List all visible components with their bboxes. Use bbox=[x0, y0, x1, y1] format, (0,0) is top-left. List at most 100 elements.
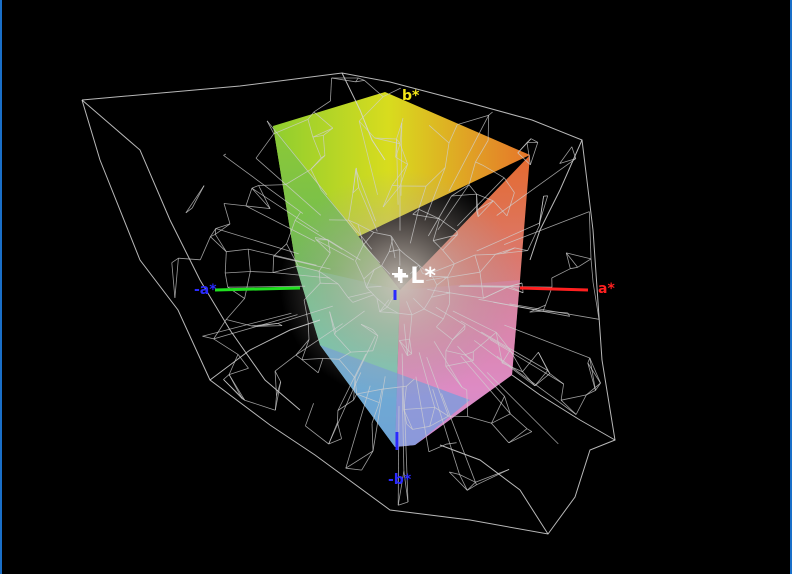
mesh-edge bbox=[457, 114, 489, 125]
mesh-edge bbox=[587, 357, 591, 364]
mesh-edge bbox=[250, 271, 274, 273]
mesh-edge bbox=[226, 248, 249, 253]
mesh-edge bbox=[371, 423, 374, 452]
mesh-edge bbox=[247, 249, 251, 272]
mesh-edge bbox=[174, 258, 179, 298]
mesh-edge bbox=[266, 120, 275, 134]
mesh-edge bbox=[199, 236, 211, 260]
mesh-edge bbox=[526, 428, 533, 432]
mesh-edge bbox=[191, 185, 205, 209]
mesh-edge bbox=[171, 262, 176, 298]
mesh-edge bbox=[571, 146, 577, 159]
mesh-edge bbox=[504, 396, 511, 414]
mesh-edge bbox=[559, 158, 576, 164]
mesh-edge bbox=[364, 80, 384, 98]
mesh-edge bbox=[559, 146, 573, 164]
mesh-edge bbox=[215, 223, 231, 229]
mesh-edge bbox=[358, 77, 365, 81]
mesh-edge bbox=[575, 394, 587, 415]
mesh-edge bbox=[522, 352, 539, 372]
mesh-edge bbox=[224, 272, 229, 288]
mesh-edge bbox=[475, 469, 510, 483]
mesh-edge bbox=[510, 413, 528, 429]
mesh-edge bbox=[214, 228, 217, 235]
mesh-edge bbox=[225, 298, 245, 320]
mesh-edge bbox=[223, 203, 231, 225]
mesh-edge bbox=[171, 257, 179, 264]
mesh-edge bbox=[223, 203, 246, 207]
minus-b-axis-label: -b* bbox=[388, 472, 412, 488]
mesh-edge bbox=[456, 231, 458, 235]
mesh-edge bbox=[237, 354, 249, 369]
mesh-edge bbox=[361, 450, 374, 471]
mesh-edge bbox=[226, 319, 252, 327]
gamut-svg: b* -b* a* -a* +L* bbox=[81, 72, 616, 535]
mesh-edge bbox=[491, 423, 510, 444]
mesh-edge bbox=[258, 184, 286, 186]
mesh-edge bbox=[225, 271, 251, 274]
mesh-edge bbox=[224, 251, 227, 274]
mesh-edge bbox=[274, 354, 297, 372]
mesh-spoke bbox=[213, 314, 298, 340]
mesh-edge bbox=[588, 211, 592, 259]
mesh-edge bbox=[551, 268, 571, 279]
mesh-edge bbox=[337, 410, 339, 423]
mesh-edge bbox=[446, 442, 457, 445]
mesh-edge bbox=[491, 413, 511, 424]
mesh-edge bbox=[213, 338, 239, 355]
l-axis-label: +L* bbox=[392, 264, 436, 289]
mesh-edge bbox=[491, 396, 505, 424]
mesh-edge bbox=[488, 111, 493, 116]
mesh-edge bbox=[245, 188, 253, 207]
mesh-edge bbox=[337, 422, 342, 439]
mesh-edge bbox=[244, 399, 276, 411]
mesh-edge bbox=[476, 469, 510, 486]
mesh-edge bbox=[355, 167, 357, 170]
mesh-edge bbox=[589, 357, 601, 384]
mesh-spoke bbox=[509, 303, 600, 320]
mesh-edge bbox=[255, 133, 275, 159]
mesh-edge bbox=[428, 443, 447, 453]
mesh-edge bbox=[251, 185, 259, 189]
mesh-edge bbox=[228, 367, 249, 375]
mesh-edge bbox=[467, 416, 492, 424]
mesh-edge bbox=[590, 258, 594, 283]
mesh-edge bbox=[185, 185, 205, 214]
mesh-edge bbox=[345, 467, 362, 471]
mesh-edge bbox=[331, 77, 356, 83]
mesh-edge bbox=[305, 425, 329, 445]
mesh-edge bbox=[330, 77, 332, 102]
mesh-edge bbox=[398, 501, 409, 506]
mesh-edge bbox=[570, 266, 578, 270]
mesh-edge bbox=[577, 258, 592, 268]
mesh-edge bbox=[508, 428, 528, 444]
mesh-edge bbox=[560, 383, 564, 401]
mesh-edge bbox=[534, 373, 551, 387]
mesh-edge bbox=[459, 474, 468, 491]
mesh-spoke bbox=[202, 312, 292, 337]
gamut-3d-viewport[interactable]: b* -b* a* -a* +L* bbox=[0, 0, 792, 574]
mesh-edge bbox=[272, 255, 275, 273]
mesh-edge bbox=[305, 403, 314, 427]
mesh-spoke bbox=[496, 355, 577, 415]
b-axis-label: b* bbox=[402, 88, 420, 104]
minus-a-axis-label: -a* bbox=[194, 282, 217, 298]
mesh-edge bbox=[530, 142, 539, 165]
mesh-edge bbox=[223, 374, 230, 380]
mesh-edge bbox=[487, 115, 490, 141]
mesh-edge bbox=[561, 394, 587, 401]
mesh-spoke bbox=[215, 228, 299, 255]
mesh-edge bbox=[526, 138, 532, 143]
mesh-edge bbox=[202, 335, 214, 340]
minus-a-axis-line bbox=[214, 286, 301, 292]
mesh-edge bbox=[295, 354, 303, 360]
mesh-edge bbox=[274, 371, 277, 396]
mesh-edge bbox=[587, 362, 601, 384]
mesh-edge bbox=[244, 271, 251, 299]
a-axis-line bbox=[519, 286, 589, 292]
mesh-edge bbox=[530, 138, 538, 143]
a-axis-label: a* bbox=[598, 281, 615, 297]
mesh-edge bbox=[586, 382, 601, 396]
mesh-edge bbox=[449, 471, 468, 491]
mesh-edge bbox=[508, 431, 532, 444]
